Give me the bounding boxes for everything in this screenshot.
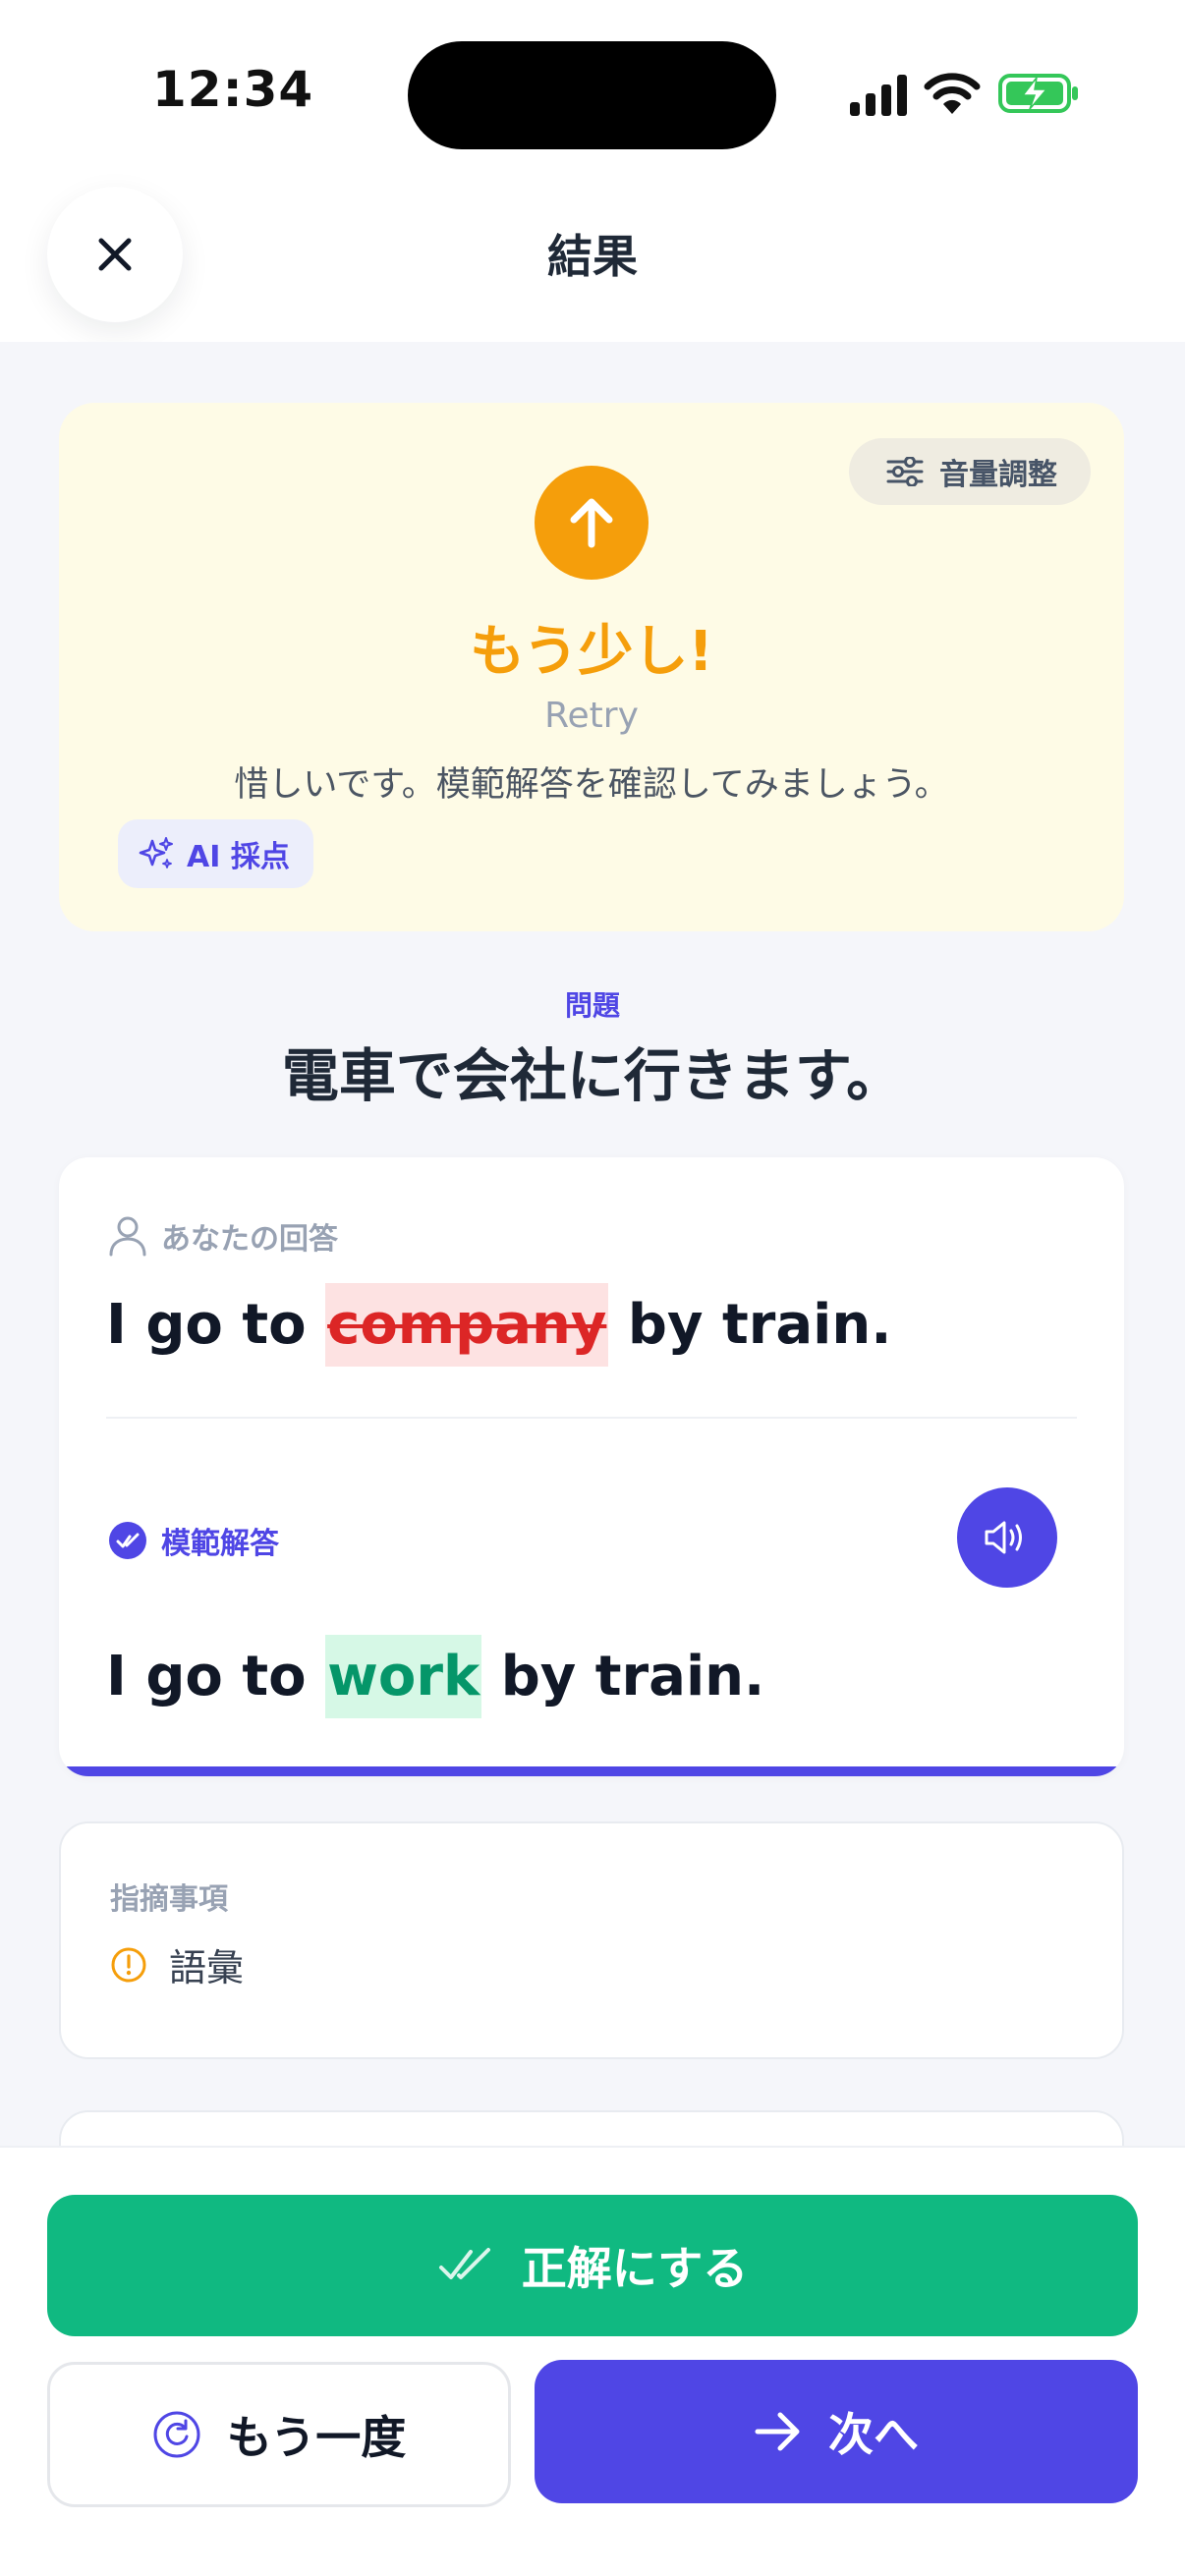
sparkles-icon [139,837,173,868]
arrow-right-icon [755,2412,800,2451]
next-button[interactable]: 次へ [535,2360,1138,2503]
result-status-icon [535,466,649,580]
cellular-signal-icon [850,75,907,116]
double-check-icon [438,2248,490,2279]
model-answer-after: by train. [481,1645,765,1708]
model-answer-label: 模範解答 [108,1519,279,1562]
model-answer-label-text: 模範解答 [161,1527,279,1561]
additional-card [59,2110,1124,2146]
dynamic-island [408,41,776,149]
mark-correct-button[interactable]: 正解にする [47,2195,1138,2336]
retry-label: もう一度 [226,2411,407,2464]
card-accent-bar [59,1766,1124,1776]
model-answer-before: I go to [106,1645,326,1708]
refresh-icon [153,2411,200,2458]
battery-charging-icon [998,74,1078,113]
mark-correct-label: 正解にする [521,2242,749,2295]
your-answer-label: あなたの回答 [108,1214,338,1258]
sliders-icon [886,457,924,486]
header: 結果 [0,157,1185,342]
your-answer-label-text: あなたの回答 [161,1222,338,1257]
result-subtitle: Retry [544,696,639,736]
main-content[interactable]: 音量調整 もう少し! Retry 惜しいです。模範解答を確認してみましょう。 A… [0,342,1185,2146]
divider [106,1417,1077,1419]
retry-button[interactable]: もう一度 [47,2362,511,2507]
warning-circle-icon [111,1947,146,1982]
result-message: 惜しいです。模範解答を確認してみましょう。 [234,765,949,805]
next-label: 次へ [828,2408,919,2461]
incorrect-word: company [325,1283,609,1367]
question-label: 問題 [564,989,620,1022]
notes-title: 指摘事項 [110,1882,228,1917]
question-text: 電車で会社に行きます。 [281,1042,904,1109]
user-icon [109,1216,146,1257]
page-title: 結果 [547,230,638,283]
result-screen: 12:34 結果 音量調整 もう少し! Retry 惜しいです。模範解答を確認し… [0,0,1185,2576]
status-time: 12:34 [152,61,314,118]
speaker-icon [985,1521,1022,1554]
correct-word: work [325,1635,482,1718]
ai-grading-label: AI 採点 [187,840,290,874]
ai-grading-badge: AI 採点 [118,819,313,888]
model-answer-sentence: I go to work by train. [106,1635,764,1718]
play-audio-button[interactable] [957,1487,1057,1588]
volume-adjust-button[interactable]: 音量調整 [849,438,1091,505]
check-badge-icon [109,1522,146,1559]
wifi-icon [924,73,981,114]
volume-adjust-label: 音量調整 [939,458,1057,492]
notes-item: 語彙 [110,1937,244,1991]
your-answer-sentence: I go to company by train. [106,1283,891,1367]
result-title: もう少し! [470,620,713,684]
answer-comparison-card: あなたの回答 I go to company by train. 模範解答 I … [59,1157,1124,1776]
feedback-notes-card: 指摘事項 語彙 [59,1821,1124,2059]
notes-item-label: 語彙 [169,1946,245,1989]
your-answer-after: by train. [608,1293,892,1357]
bottom-action-bar: 正解にする もう一度 次へ [0,2146,1185,2576]
arrow-up-icon [570,498,613,548]
result-card: 音量調整 もう少し! Retry 惜しいです。模範解答を確認してみましょう。 A… [59,403,1124,931]
your-answer-before: I go to [106,1293,326,1357]
